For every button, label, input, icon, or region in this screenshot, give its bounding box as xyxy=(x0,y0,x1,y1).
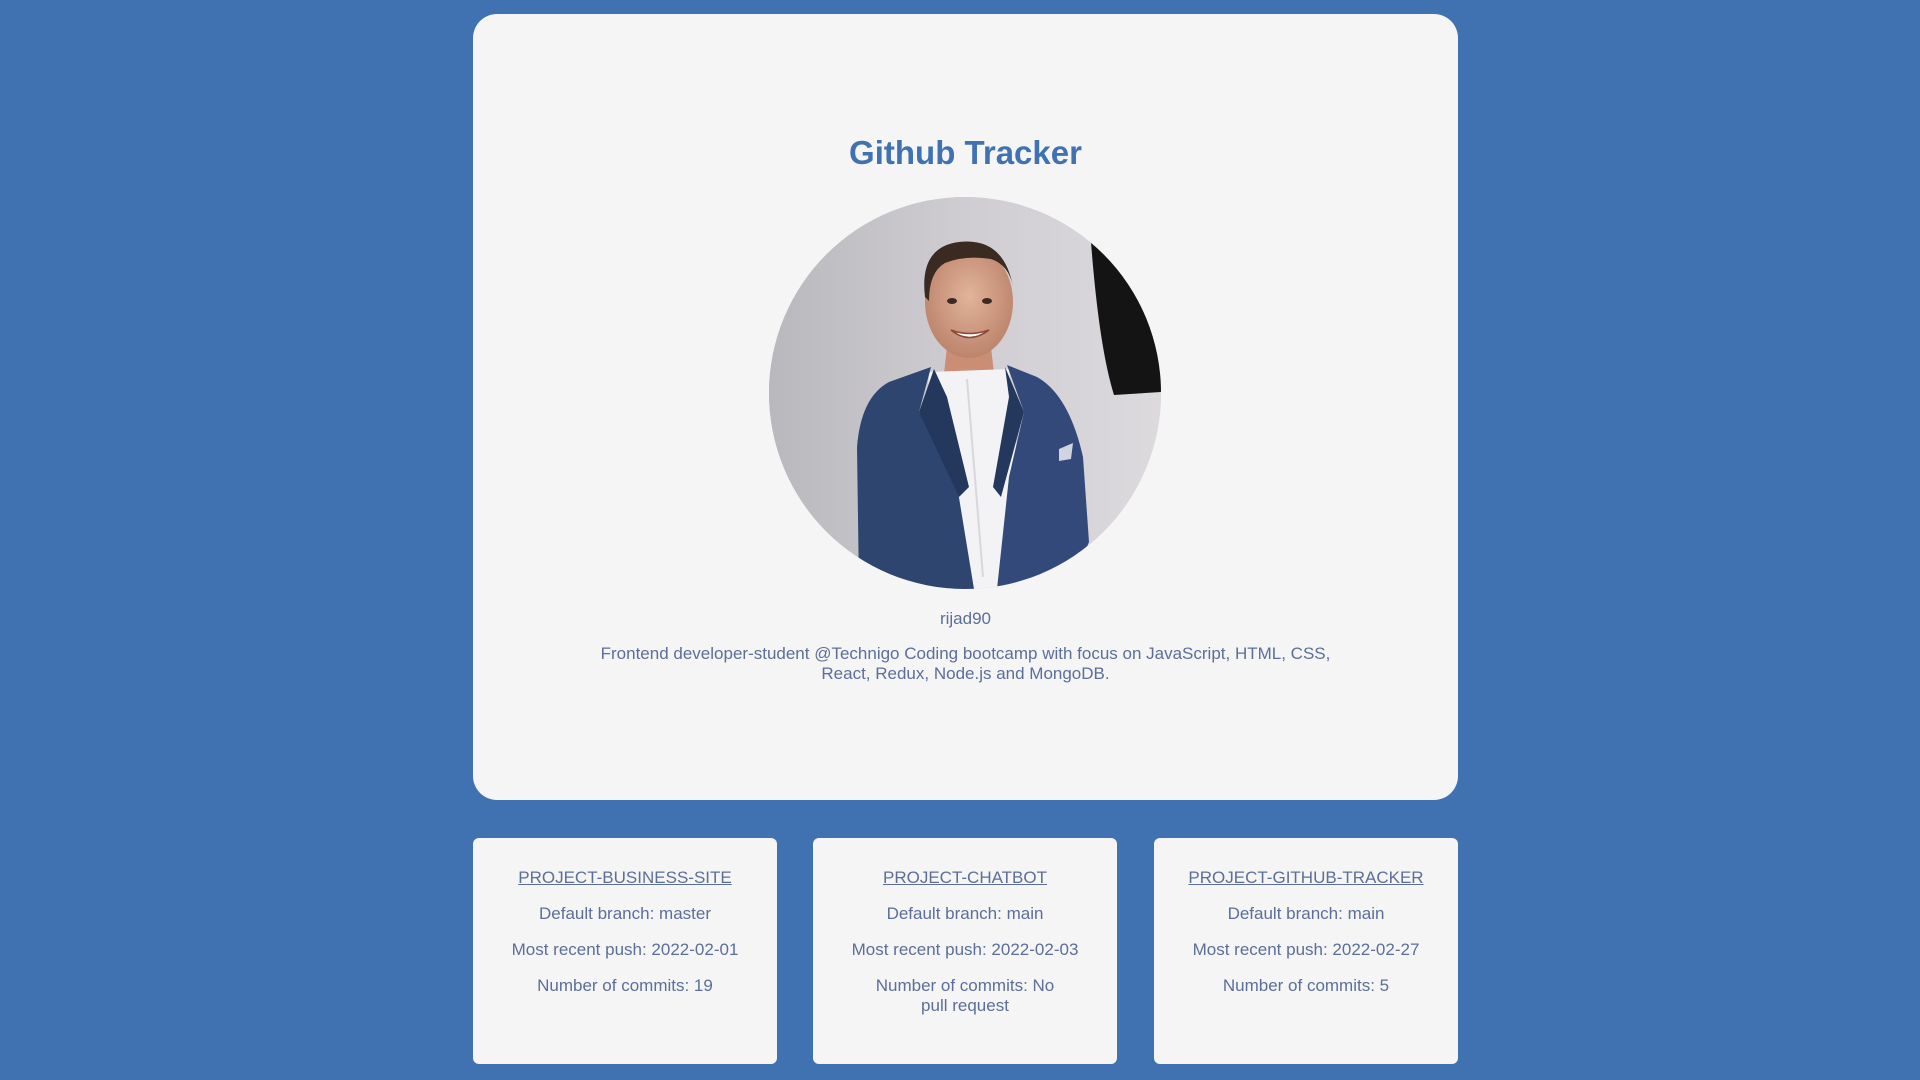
profile-photo xyxy=(769,197,1161,589)
repo-card: PROJECT-BUSINESS-SITE Default branch: ma… xyxy=(473,838,777,1064)
repo-default-branch: Default branch: main xyxy=(886,904,1044,923)
repo-commit-count: Number of commits: No pull request xyxy=(875,976,1055,1015)
repo-commit-count: Number of commits: 5 xyxy=(1222,976,1390,995)
repo-default-branch: Default branch: master xyxy=(539,904,711,923)
repo-card: PROJECT-GITHUB-TRACKER Default branch: m… xyxy=(1154,838,1458,1064)
repo-card: PROJECT-CHATBOT Default branch: main Mos… xyxy=(813,838,1117,1064)
avatar xyxy=(769,197,1161,589)
repo-link[interactable]: PROJECT-CHATBOT xyxy=(825,868,1105,888)
repo-link[interactable]: PROJECT-BUSINESS-SITE xyxy=(485,868,765,888)
username: rijad90 xyxy=(939,609,992,628)
repo-recent-push: Most recent push: 2022-02-27 xyxy=(1192,940,1420,959)
repo-default-branch: Default branch: main xyxy=(1227,904,1385,923)
profile-bio: Frontend developer-student @Technigo Cod… xyxy=(600,644,1331,683)
repo-link[interactable]: PROJECT-GITHUB-TRACKER xyxy=(1166,868,1446,888)
profile-card: Github Tracker rijad90 Frontend develope… xyxy=(473,14,1458,800)
repo-list: PROJECT-BUSINESS-SITE Default branch: ma… xyxy=(473,838,1458,1064)
repo-commit-count: Number of commits: 19 xyxy=(537,976,713,995)
repo-recent-push: Most recent push: 2022-02-01 xyxy=(511,940,739,959)
repo-recent-push: Most recent push: 2022-02-03 xyxy=(851,940,1079,959)
page-title: Github Tracker xyxy=(849,134,1082,171)
